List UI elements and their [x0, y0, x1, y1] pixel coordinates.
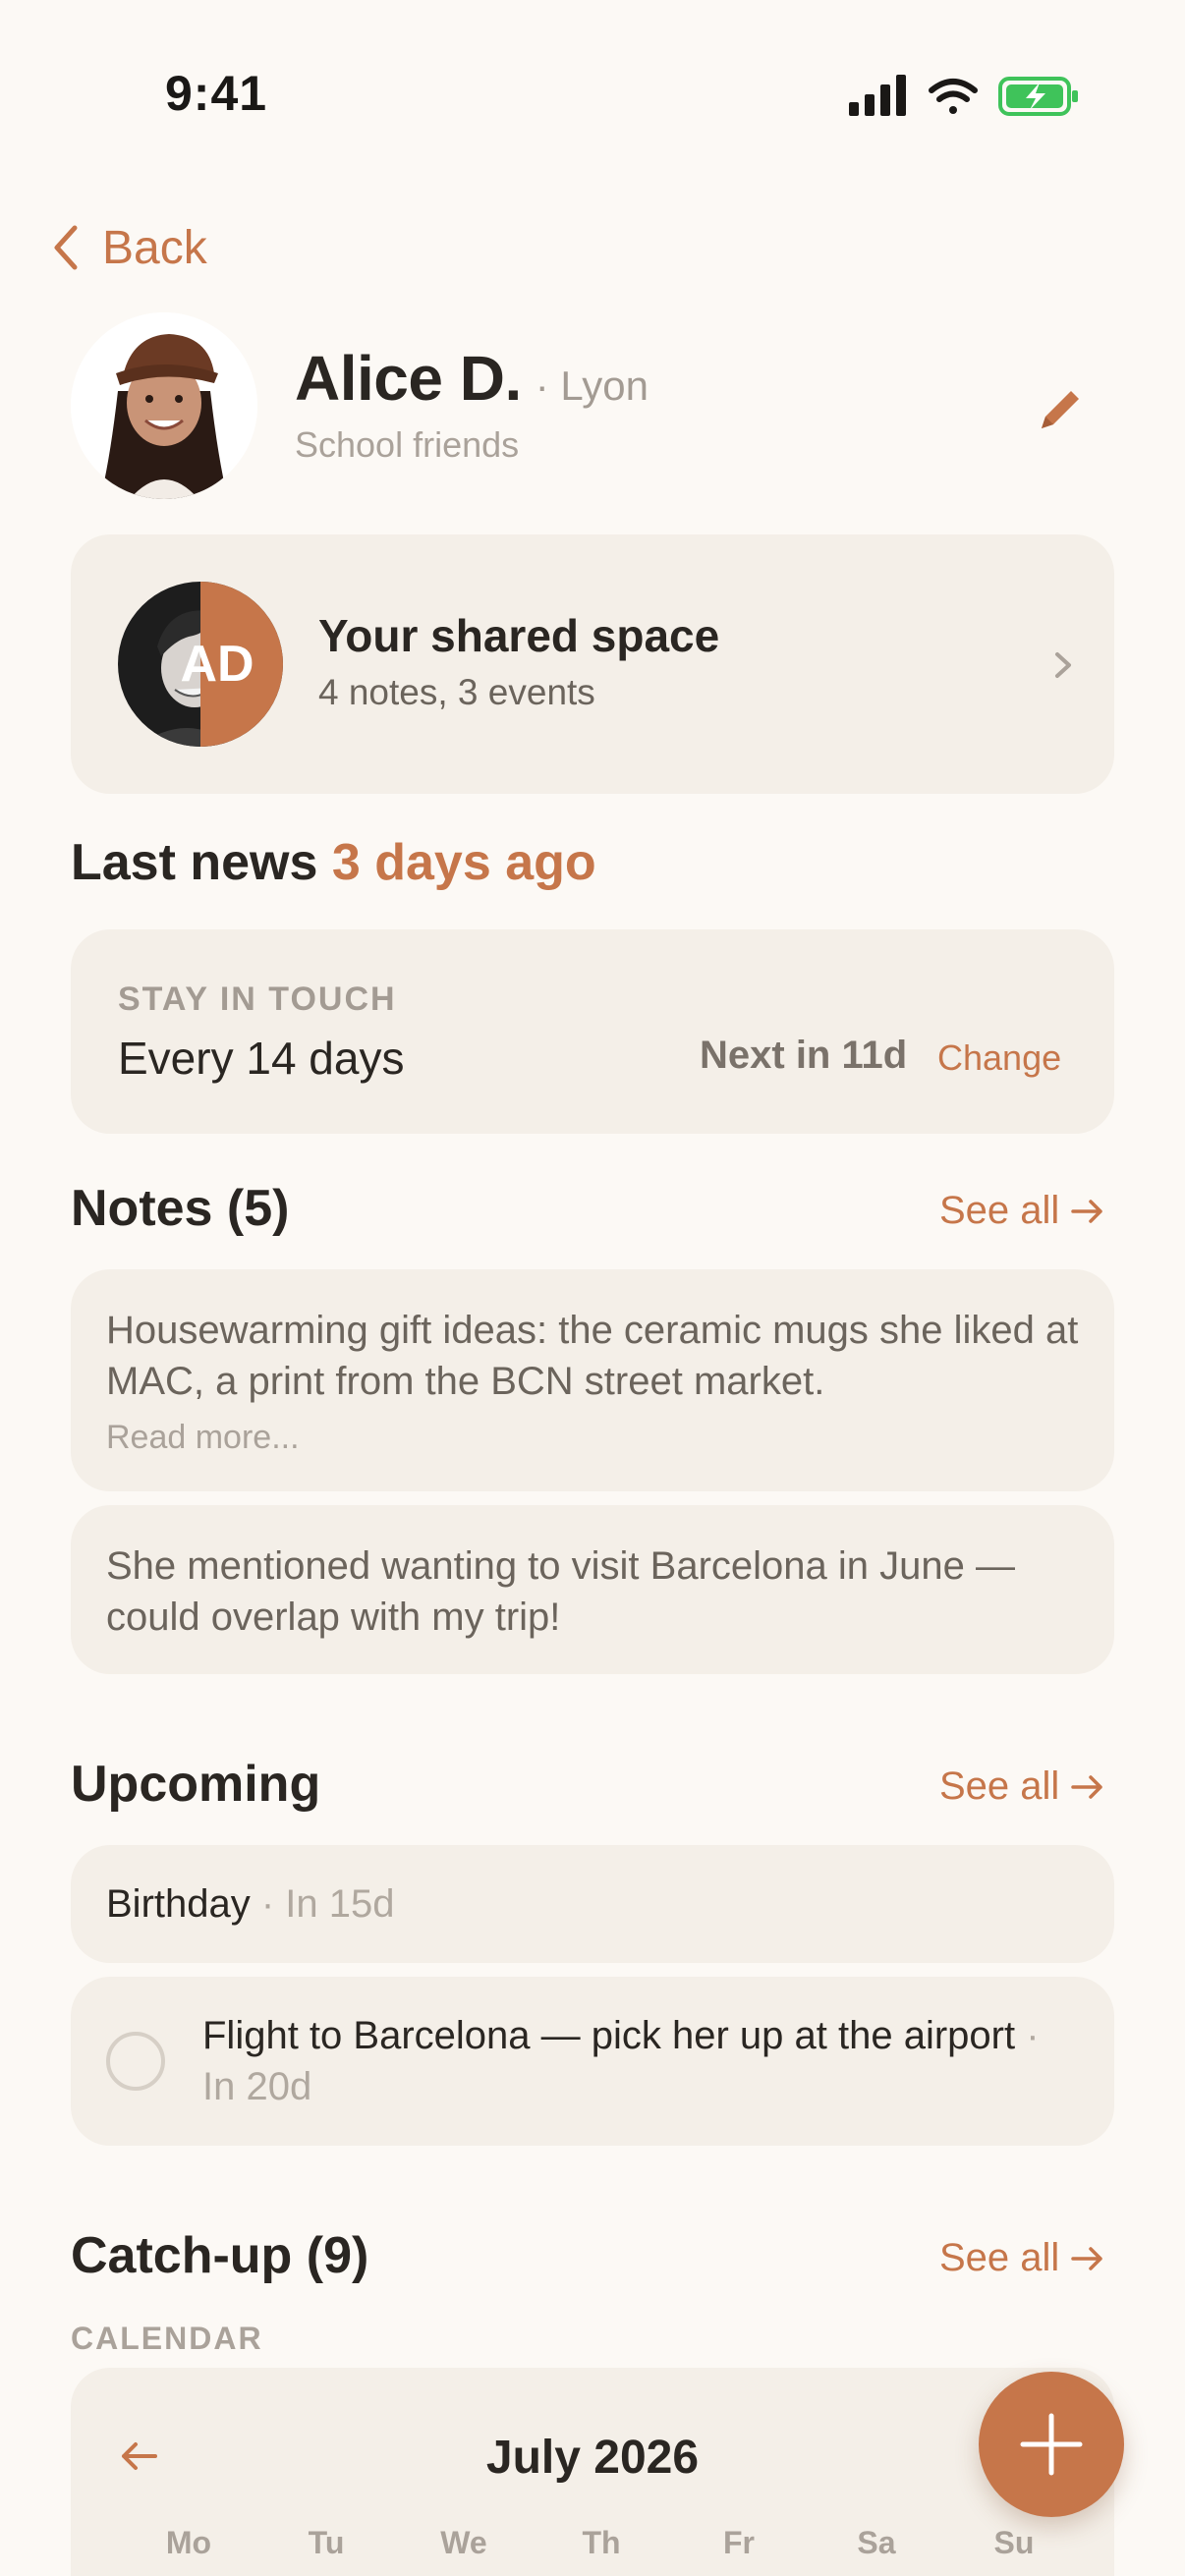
signal-icon	[849, 75, 906, 116]
upcoming-item-text: Birthday · In 15d	[106, 1882, 395, 1927]
note-text: Housewarming gift ideas: the ceramic mug…	[106, 1309, 1079, 1403]
calendar-weekdays: Mo Tu We Th Fr Sa Su	[110, 2525, 1093, 2561]
upcoming-title: Upcoming	[71, 1756, 321, 1813]
shared-initials: AD	[180, 582, 283, 747]
weekday-label: Fr	[723, 2525, 755, 2560]
shared-space-title: Your shared space	[318, 610, 720, 661]
contact-name: Alice D.	[295, 343, 522, 414]
weekday-label: Sa	[857, 2525, 896, 2560]
avatar	[71, 312, 257, 499]
notes-title: Notes (5)	[71, 1180, 290, 1237]
contact-city: · Lyon	[535, 363, 649, 409]
profile-name-row: Alice D. · Lyon	[295, 342, 649, 415]
chevron-left-icon	[54, 225, 78, 270]
upcoming-item-due: · In 15d	[260, 1882, 395, 1926]
last-news: Last news 3 days ago	[71, 833, 596, 892]
upcoming-see-all-button[interactable]: See all	[939, 1764, 1104, 1809]
arrow-right-icon	[1071, 1199, 1103, 1223]
change-frequency-button[interactable]: Change	[937, 1037, 1061, 1079]
battery-icon	[998, 77, 1078, 116]
note-text: She mentioned wanting to visit Barcelona…	[106, 1544, 1015, 1639]
upcoming-item[interactable]: Flight to Barcelona — pick her up at the…	[71, 1977, 1114, 2146]
weekday-label: We	[440, 2525, 487, 2560]
shared-space-card[interactable]: AD Your shared space 4 notes, 3 events	[71, 534, 1114, 794]
read-more-link[interactable]: Read more...	[106, 1419, 300, 1457]
note-card[interactable]: Housewarming gift ideas: the ceramic mug…	[71, 1269, 1114, 1491]
notes-see-all-button[interactable]: See all	[939, 1189, 1104, 1233]
plus-icon	[1020, 2413, 1083, 2476]
contact-group: School friends	[295, 424, 520, 465]
status-time: 9:41	[165, 66, 268, 121]
shared-space-subtitle: 4 notes, 3 events	[318, 672, 595, 712]
shared-avatar: AD	[118, 582, 283, 747]
upcoming-item-title: Birthday	[106, 1882, 251, 1926]
pencil-icon	[1042, 391, 1079, 428]
weekday-label: Mo	[165, 2525, 212, 2560]
catch-up-title: Catch-up (9)	[71, 2227, 369, 2284]
back-button[interactable]: Back	[51, 214, 207, 281]
add-button[interactable]	[979, 2372, 1124, 2517]
calendar-label: CALENDAR	[71, 2321, 263, 2356]
chevron-right-icon	[1055, 652, 1071, 678]
calendar-month: July 2026	[485, 2432, 700, 2484]
upcoming-item[interactable]: Birthday · In 15d	[71, 1845, 1114, 1963]
weekday-label: Th	[582, 2525, 621, 2560]
note-card[interactable]: She mentioned wanting to visit Barcelona…	[71, 1505, 1114, 1674]
upcoming-item-title: Flight to Barcelona — pick her up at the…	[202, 2014, 1016, 2057]
arrow-right-icon	[1071, 2246, 1103, 2270]
last-news-value: 3 days ago	[331, 834, 596, 891]
calendar-card: July 2026 Mo Tu We Th Fr Sa Su	[71, 2368, 1114, 2576]
back-label: Back	[102, 221, 207, 274]
stay-in-touch-next: Next in 11d	[700, 1034, 908, 1077]
wifi-icon	[929, 79, 978, 114]
catch-up-see-all-button[interactable]: See all	[939, 2236, 1104, 2280]
upcoming-item-text: Flight to Barcelona — pick her up at the…	[202, 2010, 1067, 2112]
arrow-right-icon	[1071, 1774, 1103, 1799]
edit-button[interactable]	[1022, 373, 1097, 448]
status-icons	[847, 73, 1083, 120]
last-news-label: Last news	[71, 834, 318, 891]
weekday-label: Su	[993, 2525, 1035, 2560]
stay-in-touch-frequency: Every 14 days	[118, 1033, 405, 1084]
stay-in-touch-label: STAY IN TOUCH	[118, 980, 397, 1018]
stay-in-touch-card: STAY IN TOUCH Every 14 days Next in 11d …	[71, 929, 1114, 1134]
complete-checkbox[interactable]	[106, 2032, 165, 2091]
weekday-label: Tu	[308, 2525, 345, 2560]
